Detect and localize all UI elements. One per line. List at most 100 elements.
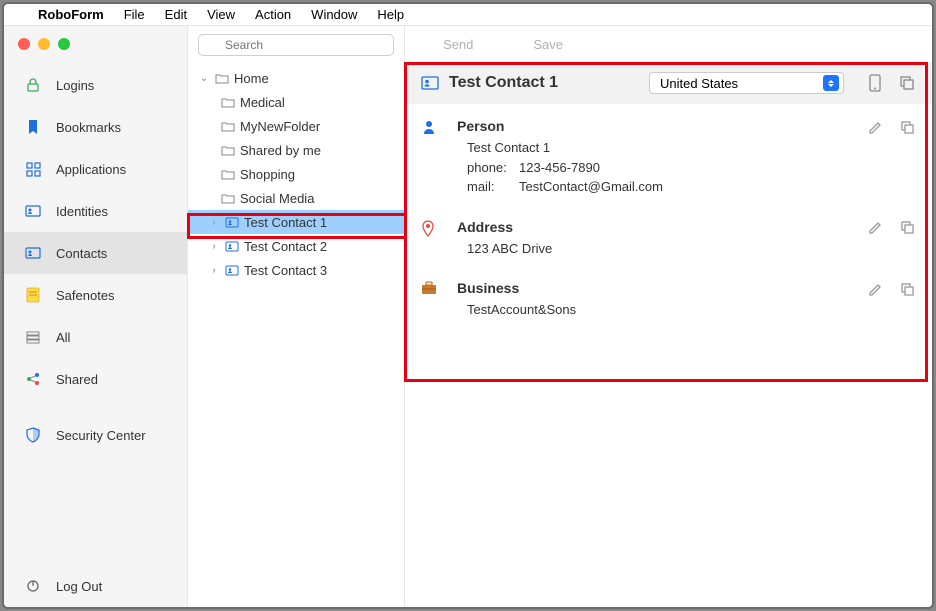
menu-view[interactable]: View <box>207 7 235 22</box>
tree-label: Medical <box>240 95 285 110</box>
detail-sections: Person Test Contact 1 phone:123-456-7890… <box>405 104 932 356</box>
copy-icon[interactable] <box>898 74 916 92</box>
chevron-down-icon: ⌄ <box>198 73 210 84</box>
tree-panel: ⌄ Home Medical MyNewFolder Shared by me … <box>188 26 405 607</box>
mail-label: mail: <box>467 177 519 197</box>
chevron-right-icon: › <box>208 241 220 252</box>
sidebar-logout[interactable]: Log Out <box>4 565 187 607</box>
copy-icon[interactable] <box>898 219 916 237</box>
sidebar-item-shared[interactable]: Shared <box>4 358 187 400</box>
folder-icon <box>220 95 236 109</box>
tree-folder[interactable]: MyNewFolder <box>188 114 404 138</box>
section-address: Address 123 ABC Drive <box>421 219 916 259</box>
menu-file[interactable]: File <box>124 7 145 22</box>
sidebar-item-label: Safenotes <box>56 288 115 303</box>
sidebar-item-label: Logins <box>56 78 94 93</box>
detail-header: Test Contact 1 United States <box>405 62 932 104</box>
sidebar-item-applications[interactable]: Applications <box>4 148 187 190</box>
contact-icon <box>224 263 240 277</box>
sidebar-item-label: Applications <box>56 162 126 177</box>
sidebar-item-safenotes[interactable]: Safenotes <box>4 274 187 316</box>
copy-icon[interactable] <box>898 280 916 298</box>
section-person: Person Test Contact 1 phone:123-456-7890… <box>421 118 916 197</box>
window-controls <box>4 26 187 60</box>
contact-icon <box>24 244 42 262</box>
copy-icon[interactable] <box>898 118 916 136</box>
tree-contact[interactable]: › Test Contact 2 <box>188 234 404 258</box>
tree-folder[interactable]: Shared by me <box>188 138 404 162</box>
sidebar-item-label: All <box>56 330 70 345</box>
section-business: Business TestAccount&Sons <box>421 280 916 320</box>
tree-label: Home <box>234 71 269 86</box>
sidebar-item-label: Identities <box>56 204 108 219</box>
note-icon <box>24 286 42 304</box>
power-icon <box>24 577 42 595</box>
pin-icon <box>421 220 439 238</box>
country-select[interactable]: United States <box>649 72 844 94</box>
menubar-appname[interactable]: RoboForm <box>38 7 104 22</box>
business-line: TestAccount&Sons <box>457 300 848 320</box>
detail-title: Test Contact 1 <box>449 74 639 92</box>
sidebar-item-logins[interactable]: Logins <box>4 64 187 106</box>
sidebar-item-bookmarks[interactable]: Bookmarks <box>4 106 187 148</box>
section-title: Address <box>457 219 848 235</box>
sidebar-item-label: Bookmarks <box>56 120 121 135</box>
tree-contact[interactable]: › Test Contact 3 <box>188 258 404 282</box>
sidebar: Logins Bookmarks Applications <box>4 26 188 607</box>
shield-icon <box>24 426 42 444</box>
phone-value: 123-456-7890 <box>519 160 600 175</box>
section-title: Business <box>457 280 848 296</box>
folder-icon <box>220 143 236 157</box>
sidebar-item-all[interactable]: All <box>4 316 187 358</box>
contact-icon <box>421 74 439 92</box>
sidebar-item-security[interactable]: Security Center <box>4 414 187 456</box>
sidebar-item-identities[interactable]: Identities <box>4 190 187 232</box>
tree-home[interactable]: ⌄ Home <box>188 66 404 90</box>
country-value: United States <box>660 76 738 91</box>
menu-window[interactable]: Window <box>311 7 357 22</box>
app-window: RoboForm File Edit View Action Window He… <box>2 2 934 609</box>
contact-icon <box>224 215 240 229</box>
tree-label: Test Contact 2 <box>244 239 327 254</box>
tree-contact[interactable]: › Test Contact 1 <box>188 210 404 234</box>
zoom-window-button[interactable] <box>58 38 70 50</box>
close-window-button[interactable] <box>18 38 30 50</box>
send-button[interactable]: Send <box>443 37 473 52</box>
sidebar-item-label: Security Center <box>56 428 146 443</box>
detail-toolbar: Send Save <box>405 26 932 62</box>
phone-label: phone: <box>467 158 519 178</box>
tree-label: MyNewFolder <box>240 119 320 134</box>
tree-folder[interactable]: Shopping <box>188 162 404 186</box>
edit-icon[interactable] <box>866 118 884 136</box>
minimize-window-button[interactable] <box>38 38 50 50</box>
menu-help[interactable]: Help <box>377 7 404 22</box>
tree-label: Shared by me <box>240 143 321 158</box>
chevron-right-icon: › <box>208 265 220 276</box>
folder-icon <box>220 191 236 205</box>
tree-label: Shopping <box>240 167 295 182</box>
tree-folder[interactable]: Medical <box>188 90 404 114</box>
sidebar-item-label: Contacts <box>56 246 107 261</box>
sidebar-item-contacts[interactable]: Contacts <box>4 232 187 274</box>
menu-edit[interactable]: Edit <box>165 7 187 22</box>
bookmark-icon <box>24 118 42 136</box>
folder-icon <box>220 167 236 181</box>
tree-label: Test Contact 3 <box>244 263 327 278</box>
menu-action[interactable]: Action <box>255 7 291 22</box>
edit-icon[interactable] <box>866 280 884 298</box>
drawer-icon <box>24 328 42 346</box>
tree-folder[interactable]: Social Media <box>188 186 404 210</box>
edit-icon[interactable] <box>866 219 884 237</box>
grid-icon <box>24 160 42 178</box>
menubar: RoboForm File Edit View Action Window He… <box>4 4 932 26</box>
search-input[interactable] <box>198 34 394 56</box>
folder-icon <box>220 119 236 133</box>
folder-icon <box>214 71 230 85</box>
briefcase-icon <box>421 281 439 299</box>
save-button[interactable]: Save <box>533 37 563 52</box>
select-arrows-icon <box>823 75 839 91</box>
mail-value: TestContact@Gmail.com <box>519 179 663 194</box>
person-name: Test Contact 1 <box>457 138 848 158</box>
tree: ⌄ Home Medical MyNewFolder Shared by me … <box>188 62 404 282</box>
device-icon[interactable] <box>866 74 884 92</box>
